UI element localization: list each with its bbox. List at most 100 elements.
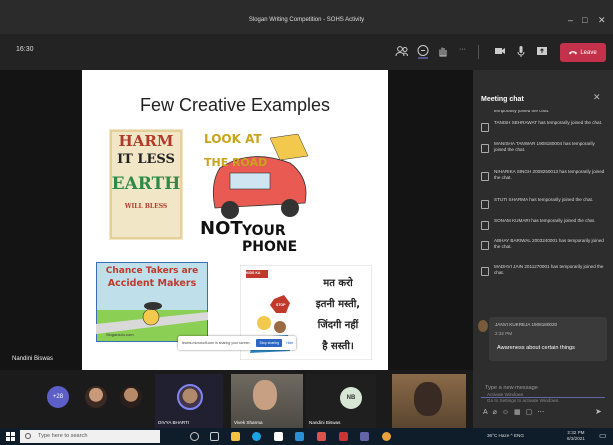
search-icon (25, 433, 31, 439)
gif-icon[interactable]: ▦ (514, 409, 526, 416)
join-icon (481, 172, 489, 181)
avatar[interactable] (85, 386, 107, 408)
chat-system-message: TANISH SEHRAWAT has temporarily joined t… (481, 120, 607, 132)
avatar (177, 384, 203, 410)
participant-video (414, 382, 442, 416)
windows-taskbar: Type here to search 36°C Haze ^ ENG 2:32… (0, 428, 613, 445)
language-indicator: ENG (513, 433, 524, 438)
teams-icon[interactable] (360, 432, 369, 441)
chat-system-message: ABHAY BARIWAL 2003240001 has temporarily… (481, 238, 607, 250)
poster-not-line: NOT (200, 218, 243, 239)
join-icon (481, 123, 489, 132)
join-icon (481, 241, 489, 250)
leave-label: Leave (580, 49, 597, 56)
overflow-participants-button[interactable]: +28 (47, 386, 69, 408)
poster-itless-line: IT LESS (117, 152, 175, 167)
share-screen-icon[interactable] (534, 43, 550, 59)
chat-compose: Type a new message Activate Windows Go t… (473, 370, 613, 428)
mail-icon[interactable] (295, 432, 304, 441)
participant-name: DIVYA BHARTI (158, 420, 190, 425)
poster-yourphone-line: YOUR PHONE (242, 223, 298, 255)
taskbar-clock[interactable]: 2:32 PM 6/3/2021 (567, 430, 585, 442)
edge-icon[interactable] (252, 432, 261, 441)
poster-hindi-line-4: है सस्ती। (322, 341, 354, 352)
message-time: 2:32 PM (495, 331, 513, 336)
join-icon (481, 267, 489, 276)
chat-system-message: temporarily joined the chat. (481, 110, 607, 120)
pdf-icon[interactable] (339, 432, 348, 441)
participant-tile[interactable]: Vivek Sharma (231, 374, 303, 428)
presentation-slide: Few Creative Examples HARM IT LESS EARTH… (82, 70, 388, 370)
chat-header: Meeting chat (481, 96, 524, 103)
chat-message-list[interactable]: temporarily joined the chat. TANISH SEHR… (473, 110, 613, 310)
poster-hindi-line-3: जिंदगी नहीं (317, 320, 359, 331)
meeting-chat-panel: Meeting chat ✕ temporarily joined the ch… (473, 70, 613, 370)
participant-video (253, 380, 277, 410)
chat-system-message: SONAM KUMARI has temporarily joined the … (481, 218, 607, 230)
message-text: Awareness about certain things (497, 345, 575, 351)
chat-icon[interactable] (415, 43, 431, 59)
file-explorer-icon[interactable] (231, 432, 240, 441)
poster-willbless-line: WILL BLESS (124, 203, 168, 210)
taskbar-search-input[interactable]: Type here to search (20, 430, 160, 443)
chat-message-bubble[interactable]: JANVI KUKREJA 1908180020 2:32 PM Awarene… (489, 317, 607, 361)
participant-name: Nandini Biswas (309, 420, 341, 425)
join-icon (481, 200, 489, 209)
more-icon[interactable]: ⋯ (537, 409, 549, 416)
participant-strip: +28 DIVYA BHARTI Vivek Sharma Nandini Bi… (0, 370, 473, 428)
stop-sharing-button[interactable]: Stop sharing (256, 339, 283, 347)
phone-hangup-icon (569, 51, 578, 55)
avatar (478, 320, 488, 332)
chrome-icon[interactable] (382, 432, 391, 441)
poster-chance-footer: Slogans4u.com (106, 332, 134, 337)
slide-title: Few Creative Examples (139, 95, 331, 115)
camera-icon[interactable] (492, 43, 508, 59)
poster-lookat-line: LOOK AT (204, 132, 262, 146)
task-view-icon[interactable] (210, 432, 219, 441)
participants-icon[interactable] (394, 43, 410, 59)
participant-tile[interactable]: DIVYA BHARTI (155, 374, 223, 428)
avatar[interactable]: NB (340, 387, 362, 409)
join-icon (481, 111, 489, 120)
hide-banner-button[interactable]: Hide (286, 341, 293, 345)
format-icon[interactable]: A (483, 409, 493, 416)
poster-hindi-line-1: मत करो (323, 278, 353, 289)
participant-name: Vivek Sharma (234, 420, 263, 425)
share-banner-text: teams.microsoft.com is sharing your scre… (182, 341, 251, 345)
poster-harm-earth-text: HARM IT LESS EARTH WILL BLESS (109, 132, 183, 215)
raise-hand-icon[interactable] (435, 43, 451, 59)
presenter-name: Nandini Biswas (12, 356, 54, 362)
avatar[interactable] (120, 386, 142, 408)
emoji-icon[interactable]: ☺ (502, 409, 514, 416)
meeting-toolbar: 16:30 ··· Leave (0, 34, 613, 70)
weather-tray[interactable]: 36°C Haze ^ ENG (487, 433, 524, 438)
poster-hindi-line-2: इतनी मस्ती, (315, 299, 361, 310)
poster-earth-line: EARTH (111, 174, 181, 194)
poster-hindi-brand: KIDS KA (246, 271, 261, 275)
toolbar-divider (478, 45, 479, 59)
send-button[interactable]: ➤ (595, 407, 602, 416)
shared-screen-stage: Few Creative Examples HARM IT LESS EARTH… (0, 70, 473, 370)
compose-tools[interactable]: A⌀☺▦▢⋯ (483, 408, 549, 416)
sticker-icon[interactable]: ▢ (526, 409, 538, 416)
poster-chance-takers-text: Chance Takers are Accident Makers (96, 265, 208, 291)
app-icon[interactable] (317, 432, 326, 441)
store-icon[interactable] (274, 432, 283, 441)
message-author: JANVI KUKREJA 1908180020 (495, 322, 558, 327)
leave-button[interactable]: Leave (560, 43, 606, 62)
more-options-button[interactable]: ··· (459, 46, 466, 53)
windows-start-icon[interactable] (6, 432, 15, 441)
close-button[interactable]: ✕ (598, 15, 606, 26)
maximize-button[interactable]: □ (582, 15, 587, 25)
microphone-icon[interactable] (513, 43, 529, 59)
participant-tile[interactable] (392, 374, 466, 428)
minimize-button[interactable]: – (568, 15, 573, 25)
chat-close-button[interactable]: ✕ (593, 92, 601, 103)
compose-placeholder: Type a new message (485, 385, 538, 391)
poster-hindi-text: मत करो इतनी मस्ती, जिंदगी नहीं है सस्ती। (306, 273, 370, 357)
attach-icon[interactable]: ⌀ (493, 409, 502, 416)
poster-hindi-stop: STOP (276, 303, 286, 307)
notifications-icon[interactable]: ▭ (599, 431, 607, 440)
poster-look-road-text: LOOK AT THE ROAD NOT YOUR PHONE (200, 128, 318, 255)
cortana-icon[interactable] (190, 432, 199, 441)
